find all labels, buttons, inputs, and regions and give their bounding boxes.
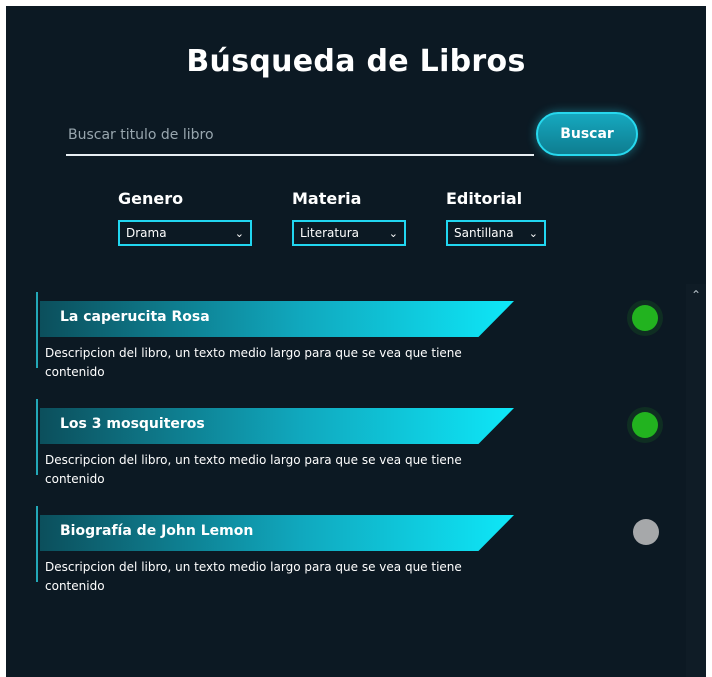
chevron-down-icon: ⌄	[234, 226, 244, 240]
materia-select-value: Literatura	[300, 226, 359, 240]
chevron-down-icon: ⌄	[388, 226, 398, 240]
filter-label-editorial: Editorial	[446, 189, 523, 208]
editorial-select[interactable]: Santillana ⌄	[446, 220, 546, 246]
page-title: Búsqueda de Libros	[186, 44, 526, 79]
book-description: Descripcion del libro, un texto medio la…	[45, 346, 462, 379]
book-title: Biografía de John Lemon	[60, 523, 254, 539]
book-title: Los 3 mosquiteros	[60, 416, 205, 432]
editorial-select-value: Santillana	[454, 226, 514, 240]
book-description: Descripcion del libro, un texto medio la…	[45, 453, 462, 486]
chevron-down-icon: ⌄	[528, 226, 538, 240]
materia-select[interactable]: Literatura ⌄	[292, 220, 406, 246]
status-indicator-available	[632, 412, 658, 438]
filter-editorial: Editorial Santillana ⌄	[446, 189, 546, 246]
scrollbar[interactable]: ⌃	[686, 284, 706, 677]
search-button[interactable]: Buscar	[536, 112, 638, 156]
filter-genero: Genero Drama ⌄	[118, 189, 252, 246]
filter-materia: Materia Literatura ⌄	[292, 189, 406, 246]
genero-select[interactable]: Drama ⌄	[118, 220, 252, 246]
book-list: La caperucita Rosa Descripcion del libro…	[6, 284, 686, 677]
book-search-app: Búsqueda de Libros Buscar Genero Drama ⌄…	[6, 6, 706, 677]
search-input[interactable]	[66, 116, 534, 156]
chevron-up-icon[interactable]: ⌃	[686, 288, 706, 302]
genero-select-value: Drama	[126, 226, 167, 240]
status-indicator-available	[632, 305, 658, 331]
book-item[interactable]: Los 3 mosquiteros Descripcion del libro,…	[36, 399, 638, 486]
book-item[interactable]: Biografía de John Lemon Descripcion del …	[36, 506, 638, 593]
book-title: La caperucita Rosa	[60, 309, 210, 325]
book-description: Descripcion del libro, un texto medio la…	[45, 560, 462, 593]
filter-label-materia: Materia	[292, 189, 362, 208]
filter-label-genero: Genero	[118, 189, 184, 208]
book-item[interactable]: La caperucita Rosa Descripcion del libro…	[36, 292, 638, 379]
status-indicator-unavailable	[633, 519, 659, 545]
